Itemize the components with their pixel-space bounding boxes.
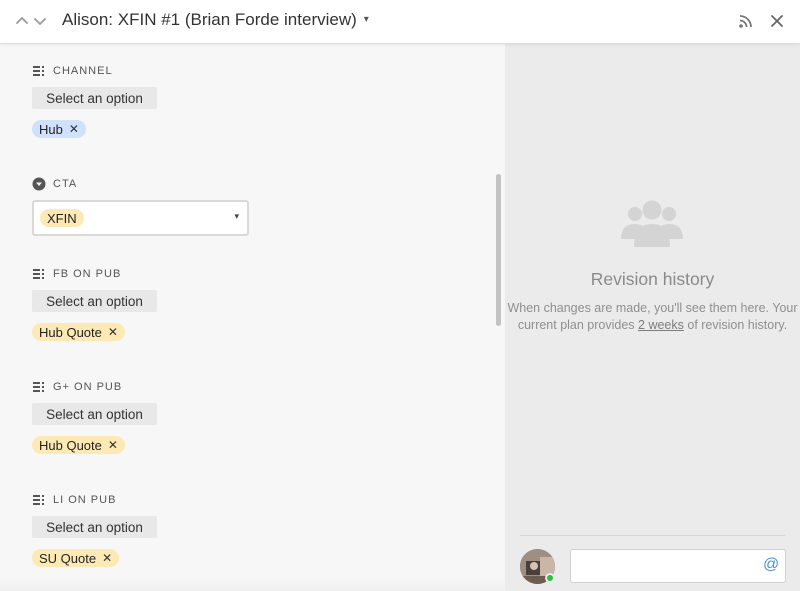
field-label-text: LI ON PUB xyxy=(53,494,117,506)
field-label-fb-on-pub: FB ON PUB xyxy=(32,267,121,281)
mention-icon[interactable]: @ xyxy=(763,556,779,574)
select-option-button[interactable]: Select an option xyxy=(32,516,157,538)
dropdown-caret-icon: ▾ xyxy=(234,211,239,221)
select-option-button[interactable]: Select an option xyxy=(32,403,157,425)
field-label-li-on-pub: LI ON PUB xyxy=(32,493,116,507)
revision-history-text: When changes are made, you'll see them h… xyxy=(505,300,800,334)
rss-feed-icon[interactable] xyxy=(737,12,755,30)
multi-select-icon xyxy=(32,380,46,394)
multi-select-icon xyxy=(32,267,46,281)
cta-dropdown[interactable]: XFIN ▾ xyxy=(32,200,249,236)
online-status-indicator xyxy=(545,573,555,583)
field-label-text: CTA xyxy=(53,178,78,190)
revision-text-after: of revision history. xyxy=(683,318,788,332)
chip-label: Hub Quote xyxy=(39,324,102,340)
multi-select-icon xyxy=(32,493,46,507)
chevron-down-icon[interactable] xyxy=(32,13,48,29)
revision-period-link[interactable]: 2 weeks xyxy=(638,318,684,332)
chip-label: XFIN xyxy=(47,210,77,226)
chip-label: Hub Quote xyxy=(39,437,102,453)
option-chip: Hub Quote ✕ xyxy=(32,323,125,341)
scroll-fade xyxy=(0,577,505,591)
chip-label: SU Quote xyxy=(39,550,97,566)
option-chip: Hub Quote ✕ xyxy=(32,436,125,454)
field-label-text: FB ON PUB xyxy=(53,268,122,280)
field-label-gplus-on-pub: G+ ON PUB xyxy=(32,380,122,394)
single-select-icon xyxy=(32,177,46,191)
close-icon[interactable] xyxy=(768,12,786,30)
remove-chip-icon[interactable]: ✕ xyxy=(108,438,118,452)
record-title-text: Alison: XFIN #1 (Brian Forde interview) xyxy=(62,10,357,29)
record-header: Alison: XFIN #1 (Brian Forde interview) ▾ xyxy=(0,0,800,44)
title-caret-icon: ▾ xyxy=(363,14,369,25)
field-label-cta: CTA xyxy=(32,177,77,191)
field-label-text: CHANNEL xyxy=(53,65,113,77)
select-option-button[interactable]: Select an option xyxy=(32,290,157,312)
chevron-up-icon[interactable] xyxy=(14,13,30,29)
remove-chip-icon[interactable]: ✕ xyxy=(102,551,112,565)
field-label-text: G+ ON PUB xyxy=(53,381,123,393)
remove-chip-icon[interactable]: ✕ xyxy=(69,122,79,136)
multi-select-icon xyxy=(32,64,46,78)
selected-option-chip: XFIN xyxy=(40,209,84,227)
fields-panel: CHANNEL Select an option Hub ✕ CTA XFIN … xyxy=(0,44,505,591)
activity-panel: Revision history When changes are made, … xyxy=(505,44,800,591)
option-chip: SU Quote ✕ xyxy=(32,549,120,567)
chip-label: Hub xyxy=(39,121,63,137)
people-group-icon xyxy=(621,200,683,247)
field-label-channel: CHANNEL xyxy=(32,64,113,78)
remove-chip-icon[interactable]: ✕ xyxy=(108,325,118,339)
select-option-button[interactable]: Select an option xyxy=(32,87,157,109)
option-chip: Hub ✕ xyxy=(32,120,86,138)
comment-input[interactable] xyxy=(570,549,786,583)
comment-bar: @ xyxy=(520,535,786,591)
scrollbar-thumb[interactable] xyxy=(496,174,501,326)
record-title[interactable]: Alison: XFIN #1 (Brian Forde interview) ▾ xyxy=(62,10,369,30)
revision-history-title: Revision history xyxy=(590,269,715,289)
